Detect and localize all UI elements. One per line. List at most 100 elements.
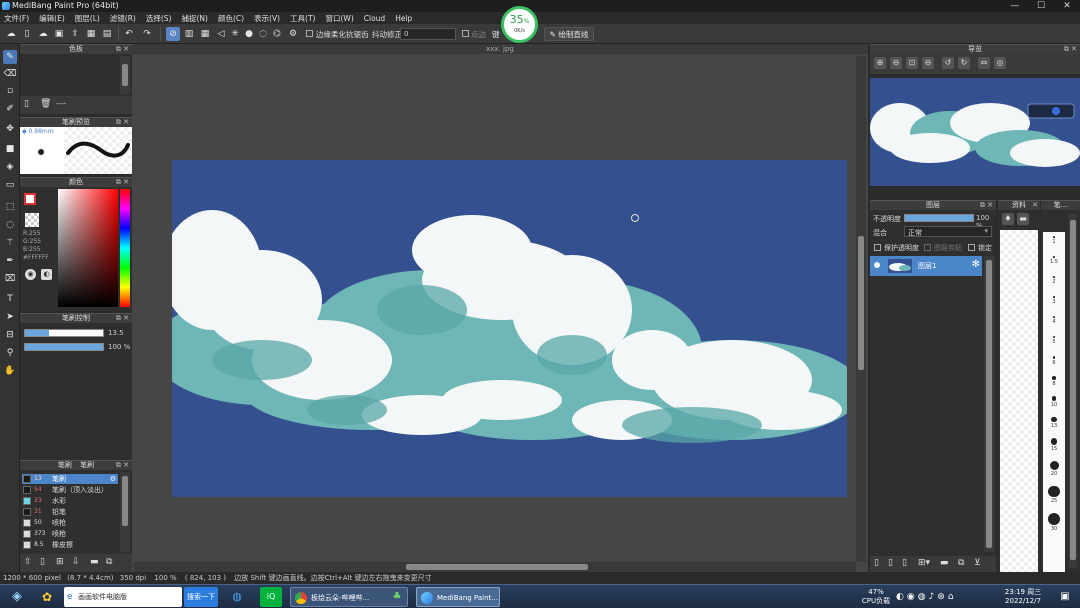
brush-opacity-value[interactable]: 100 % <box>108 343 130 351</box>
menu-color[interactable]: 颜色(C) <box>218 13 244 24</box>
menu-help[interactable]: Help <box>395 14 412 23</box>
canvas-horizontal-scrollbar[interactable] <box>134 562 856 572</box>
canvas-vertical-scrollbar[interactable] <box>856 56 866 562</box>
fit-icon[interactable]: ⊡ <box>906 57 918 69</box>
zoom-in-icon[interactable]: ⊕ <box>874 57 886 69</box>
add-layer-menu-icon[interactable]: ⊞▾ <box>918 558 930 568</box>
palette-scroll-thumb[interactable] <box>122 64 128 86</box>
panel-close-icon[interactable]: ⧉ ✕ <box>116 461 129 470</box>
cpu-monitor-badge[interactable]: 35% 0K/s <box>501 6 538 43</box>
brush-download-icon[interactable]: ⇩ <box>72 557 80 567</box>
brush-copy-icon[interactable]: ⧉ <box>106 557 112 567</box>
layers-scroll-thumb[interactable] <box>986 260 992 548</box>
snap-settings-icon[interactable]: ⚙ <box>286 27 300 41</box>
pen-tool-icon[interactable]: ✐ <box>3 102 17 116</box>
brush-size-item[interactable]: 30 <box>1043 513 1065 535</box>
brush-list-item[interactable]: 8.5 橡皮擦 <box>22 540 118 550</box>
snap-off-icon[interactable]: ⊘ <box>166 27 180 41</box>
layer-folder-icon[interactable]: ▬ <box>940 558 949 568</box>
layer-opacity-slider[interactable] <box>904 214 974 222</box>
app-icon-360[interactable]: ✿ <box>34 587 60 607</box>
rotate-left-icon[interactable]: ↺ <box>942 57 954 69</box>
stabilizer-select[interactable]: 0 <box>400 28 456 40</box>
brush-size-item[interactable]: 25 <box>1043 486 1065 507</box>
brush-size-item[interactable]: 5 <box>1043 336 1065 350</box>
artwork-canvas[interactable] <box>172 160 847 497</box>
panel-close-icon[interactable]: ⧉ ✕ <box>980 201 993 210</box>
lasso-tool-icon[interactable]: ◌ <box>3 218 17 232</box>
menu-window[interactable]: 窗口(W) <box>325 13 353 24</box>
snap-cross-icon[interactable]: ▦ <box>198 27 212 41</box>
menu-snap[interactable]: 捕捉(N) <box>182 13 208 24</box>
antialias-checkbox[interactable] <box>306 30 313 37</box>
add-brush-icon[interactable]: ⊞ <box>56 557 64 567</box>
panel-close-icon[interactable]: ⧉ ✕ <box>1064 45 1077 54</box>
select-pen-tool-icon[interactable]: ✒ <box>3 254 17 268</box>
menu-select[interactable]: 选择(S) <box>146 13 172 24</box>
brush-size-slider[interactable] <box>24 329 104 337</box>
materials-list[interactable] <box>1000 230 1038 572</box>
menu-tools[interactable]: 工具(T) <box>290 13 315 24</box>
snap-circle-icon[interactable]: ● <box>242 27 256 41</box>
duplicate-layer-icon[interactable]: ⧉ <box>958 558 964 568</box>
snap-parallel-icon[interactable]: ▥ <box>182 27 196 41</box>
correction-checkbox[interactable] <box>462 30 469 37</box>
brush-list-scroll-thumb[interactable] <box>122 476 128 526</box>
brush-settings-icon[interactable]: ⚙ <box>110 474 116 484</box>
maximize-button[interactable]: ☐ <box>1028 0 1054 12</box>
tree-app-icon[interactable]: ♣ <box>388 587 406 607</box>
select-eraser-tool-icon[interactable]: ⌧ <box>3 272 17 286</box>
brush-folder-icon[interactable]: ▬ <box>90 557 99 567</box>
brush-size-item[interactable]: 8 <box>1043 376 1065 390</box>
close-button[interactable]: ✕ <box>1054 0 1080 12</box>
clipping-checkbox[interactable] <box>924 244 931 251</box>
brush-opacity-slider[interactable] <box>24 343 104 351</box>
brush-list-item[interactable]: 373 喷枪 <box>22 529 118 539</box>
divide-tool-icon[interactable]: ⊟ <box>3 328 17 342</box>
palette-scrollbar[interactable] <box>120 56 130 94</box>
rect-fill-tool-icon[interactable]: ■ <box>3 142 17 156</box>
rotate-right-icon[interactable]: ↻ <box>958 57 970 69</box>
move-tool-icon[interactable]: ✥ <box>3 122 17 136</box>
gradient-tool-icon[interactable]: ▭ <box>3 178 17 192</box>
brush-size-item[interactable]: 10 <box>1043 396 1065 411</box>
minimize-button[interactable]: — <box>1002 0 1028 12</box>
add-palette-icon[interactable]: ▯ <box>24 99 29 109</box>
dot-tool-icon[interactable]: ▫ <box>3 84 17 98</box>
zoom-reset-icon[interactable]: ⊖ <box>922 57 934 69</box>
color-wheel-icon[interactable]: ◐ <box>41 269 52 280</box>
menu-cloud[interactable]: Cloud <box>364 14 385 23</box>
layout-icon[interactable]: ▤ <box>100 27 114 41</box>
menu-edit[interactable]: 编辑(E) <box>39 13 65 24</box>
snap-3point-icon[interactable]: ⌬ <box>270 27 284 41</box>
select-tool-icon[interactable]: ⬚ <box>3 200 17 214</box>
zoom-out-icon[interactable]: ⊖ <box>890 57 902 69</box>
saturation-value-picker[interactable] <box>58 189 118 307</box>
panel-close-icon[interactable]: ⧉ ✕ <box>116 45 129 54</box>
brush-size-scroll-thumb[interactable] <box>1070 220 1076 560</box>
color-palette-icon[interactable]: ◉ <box>25 269 36 280</box>
search-box[interactable]: e 画画软件电脑版 <box>64 587 182 607</box>
brush-size-item[interactable]: 15 <box>1043 438 1065 455</box>
cpu-load-indicator[interactable]: 47% CPU负载 <box>858 587 894 607</box>
cloud-icon[interactable]: ☁ <box>4 27 18 41</box>
brush-size-item[interactable]: 3 <box>1043 296 1065 310</box>
new-halftone-layer-icon[interactable]: ▯ <box>888 558 893 568</box>
browser-taskbar-icon[interactable]: ◍ <box>226 587 248 607</box>
brush-list-item[interactable]: 50 喷枪 <box>22 518 118 528</box>
brush-list-scrollbar[interactable] <box>120 472 130 552</box>
menu-layer[interactable]: 图层(L) <box>75 13 100 24</box>
lock-checkbox[interactable] <box>968 244 975 251</box>
merge-layer-icon[interactable]: ⊻ <box>974 558 981 568</box>
start-button[interactable]: ◈ <box>4 587 30 607</box>
system-tray-icons[interactable]: ◐◉◍♪⊛⌂ <box>896 587 976 607</box>
hue-slider[interactable] <box>120 189 130 307</box>
brush-size-item[interactable]: 4 <box>1043 316 1065 330</box>
material-folder-icon[interactable]: ▬ <box>1017 213 1029 225</box>
new-8bit-layer-icon[interactable]: ▯ <box>902 558 907 568</box>
search-input[interactable]: 画画软件电脑版 <box>78 593 127 601</box>
export-icon[interactable]: ⇪ <box>68 27 82 41</box>
brush-size-item[interactable]: 13 <box>1043 416 1065 433</box>
panel-close-icon[interactable]: ⧉ ✕ <box>116 118 129 127</box>
clock[interactable]: 23:19 周三 2022/12/7 <box>996 587 1050 607</box>
